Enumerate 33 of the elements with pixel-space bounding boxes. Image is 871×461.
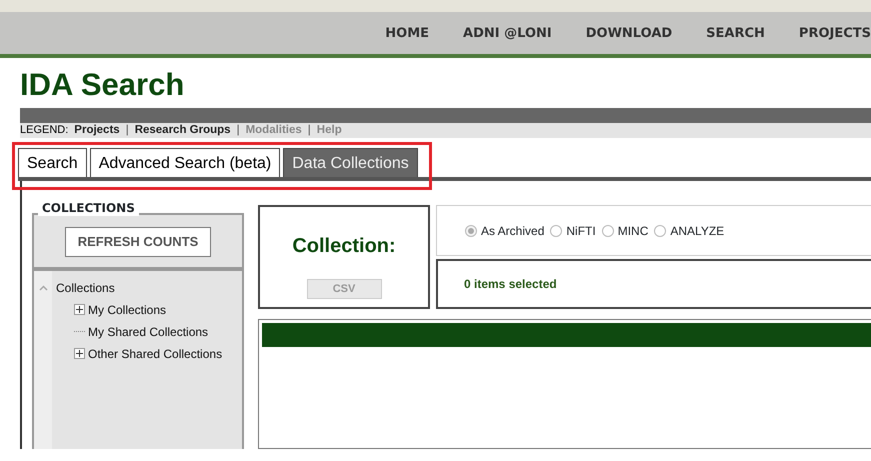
tab[interactable]: Search [18,148,87,178]
panel-title: COLLECTIONS [38,201,139,216]
selection-status: 0 items selected [464,276,557,294]
tab[interactable]: Advanced Search (beta) [90,148,280,178]
radio-label: MINC [618,222,648,240]
radio-label: ANALYZE [670,222,724,240]
tab[interactable]: Data Collections [283,148,418,178]
radio-label: As Archived [481,222,544,240]
nav-link[interactable]: SEARCH [706,24,765,44]
tree-item[interactable]: My Shared Collections [88,322,208,341]
plus-icon[interactable] [74,304,85,316]
radio-label: NiFTI [566,222,596,240]
separator: | [236,122,240,138]
nav-link[interactable]: ADNI @LONI [463,24,552,44]
plus-icon[interactable] [74,348,85,360]
refresh-counts-button[interactable]: REFRESH COUNTS [64,227,212,257]
legend-link[interactable]: Projects [74,122,120,140]
legend-link[interactable]: Research Groups [134,122,231,140]
page-title: IDA Search [20,68,186,102]
tree-item[interactable]: My Collections [88,300,166,319]
tree-item[interactable]: Collections [56,278,115,297]
legend-label: LEGEND: [20,123,68,138]
nav-link[interactable]: HOME [385,24,430,44]
nav-link[interactable]: DOWNLOAD [586,24,672,44]
separator: | [126,122,129,138]
radio-button[interactable] [654,224,666,237]
nav-link[interactable]: PROJECTS [798,24,871,44]
tree-item[interactable]: Other Shared Collections [88,344,222,363]
separator: | [308,122,311,138]
radio-button[interactable] [602,224,614,237]
radio-button[interactable] [550,224,562,237]
collection-label: Collection: [292,234,396,260]
caret-icon[interactable] [39,284,48,291]
